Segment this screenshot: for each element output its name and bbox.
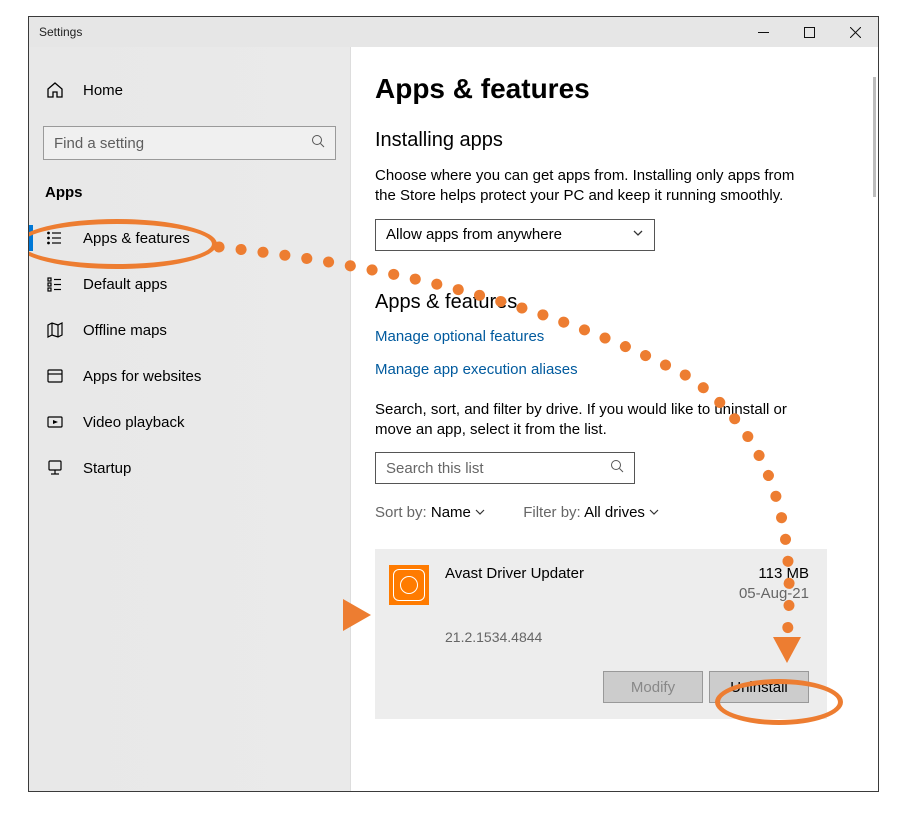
sort-dropdown[interactable]: Name [431,504,485,521]
list-icon [45,228,65,248]
search-body: Search, sort, and filter by drive. If yo… [375,400,815,441]
home-icon [45,80,65,100]
uninstall-button[interactable]: Uninstall [709,671,809,703]
sidebar-item-label: Apps & features [83,230,190,247]
sidebar-item-label: Offline maps [83,322,167,339]
search-icon [610,459,624,477]
app-search-placeholder: Search this list [386,460,484,477]
sidebar-item-label: Default apps [83,276,167,293]
home-label: Home [83,82,123,99]
modify-button[interactable]: Modify [603,671,703,703]
sidebar-item-label: Apps for websites [83,368,201,385]
minimize-button[interactable] [740,17,786,47]
sort-label: Sort by: [375,504,427,521]
window-title: Settings [29,25,82,39]
sidebar-item-label: Startup [83,460,131,477]
page-title: Apps & features [375,73,844,105]
manage-aliases-link[interactable]: Manage app execution aliases [375,361,844,378]
search-icon [311,134,325,153]
web-app-icon [45,366,65,386]
settings-window: Settings Home Fin [28,16,879,792]
close-button[interactable] [832,17,878,47]
home-nav[interactable]: Home [29,72,350,108]
sidebar-item-video-playback[interactable]: Video playback [29,399,350,445]
sidebar-section-label: Apps [29,184,350,201]
installing-heading: Installing apps [375,129,844,152]
app-size: 113 MB [758,565,809,582]
map-icon [45,320,65,340]
scrollbar[interactable] [873,77,876,197]
apps-subsection-heading: Apps & features [375,291,844,314]
sidebar-search-input[interactable]: Find a setting [43,126,336,160]
manage-optional-link[interactable]: Manage optional features [375,328,844,345]
sidebar-item-apps-features[interactable]: Apps & features [29,215,350,261]
sidebar-item-startup[interactable]: Startup [29,445,350,491]
filter-label: Filter by: [523,504,581,521]
app-source-select[interactable]: Allow apps from anywhere [375,219,655,251]
sidebar-item-default-apps[interactable]: Default apps [29,261,350,307]
startup-icon [45,458,65,478]
filter-dropdown[interactable]: All drives [584,504,659,521]
app-search-input[interactable]: Search this list [375,452,635,484]
app-icon [389,565,429,605]
chevron-down-icon [632,226,644,243]
titlebar: Settings [29,17,878,47]
sidebar-search-placeholder: Find a setting [54,135,144,152]
maximize-button[interactable] [786,17,832,47]
video-icon [45,412,65,432]
installing-body: Choose where you can get apps from. Inst… [375,166,815,207]
sidebar-item-apps-for-websites[interactable]: Apps for websites [29,353,350,399]
main-content: Apps & features Installing apps Choose w… [351,47,878,791]
sidebar-item-label: Video playback [83,414,184,431]
app-list-item[interactable]: Avast Driver Updater 113 MB 05-Aug-21 21… [375,549,827,719]
defaults-icon [45,274,65,294]
app-date: 05-Aug-21 [739,585,809,602]
app-name: Avast Driver Updater [445,565,584,582]
sidebar: Home Find a setting Apps Apps & features [29,47,351,791]
sort-filter-row: Sort by: Name Filter by: All drives [375,504,844,521]
app-source-value: Allow apps from anywhere [386,226,562,243]
app-version: 21.2.1534.4844 [445,629,809,645]
sidebar-item-offline-maps[interactable]: Offline maps [29,307,350,353]
